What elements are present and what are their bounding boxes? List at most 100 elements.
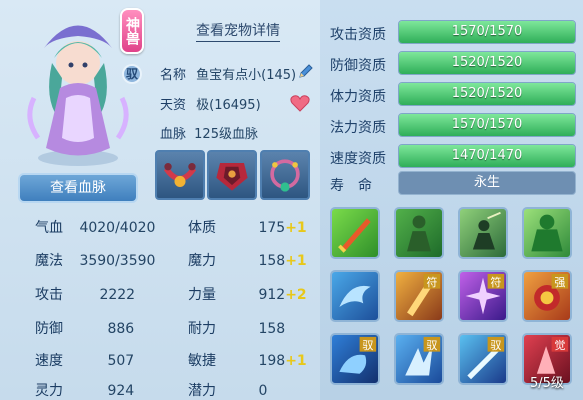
defense-value: 886 <box>107 321 135 337</box>
mount-tag-3: 驭 <box>490 339 501 352</box>
qual-label-speed: 速度资质 <box>330 151 386 167</box>
bloodline-row: 血脉 125级血脉 <box>160 123 258 142</box>
stealth-skill-icon <box>472 211 501 250</box>
enhance-tag: 强 <box>554 276 565 289</box>
agility-value: 198 <box>258 353 286 369</box>
stat-agility: 敏捷 198+1 <box>188 350 307 370</box>
stat-constitution: 体质 175+1 <box>188 217 307 237</box>
stat-potential: 潜力 0 <box>188 380 267 400</box>
qual-bar-defense: 1520/1520 <box>398 51 576 75</box>
stat-hp: 气血 4020/4020 <box>35 217 155 237</box>
mount-badge[interactable]: 驭 <box>122 64 142 84</box>
defense-label: 防御 <box>35 321 63 337</box>
equip-slot-collar[interactable] <box>155 150 205 200</box>
skill-slot-2[interactable] <box>394 207 444 259</box>
skill-slot-9[interactable]: 驭 <box>330 333 380 385</box>
stat-magic: 魔力 158+1 <box>188 250 307 270</box>
warrior-skill-icon <box>407 215 431 252</box>
enhance-skill-icon: 强 <box>534 273 569 311</box>
bloodline-label: 血脉 <box>160 127 187 142</box>
spirit-value: 924 <box>107 383 135 399</box>
spirit-label: 灵力 <box>35 383 63 399</box>
constitution-label: 体质 <box>188 220 216 236</box>
potential-label: 潜力 <box>188 383 216 399</box>
qual-bar-speed: 1470/1470 <box>398 144 576 168</box>
qual-value-stamina: 1520/1520 <box>451 86 523 101</box>
constitution-value: 175 <box>258 220 286 236</box>
talisman-strike-icon: 符 <box>407 273 441 317</box>
name-label: 名称 <box>160 68 187 83</box>
skill-slot-7[interactable]: 符 <box>458 270 508 322</box>
divine-beast-badge: 神兽 <box>120 8 144 54</box>
qual-bar-attack: 1570/1570 <box>398 20 576 44</box>
view-bloodline-button[interactable]: 查看血脉 <box>18 173 138 203</box>
mp-value: 3590/3590 <box>79 253 156 269</box>
qual-label-defense: 防御资质 <box>330 58 386 74</box>
hp-value: 4020/4020 <box>79 220 156 236</box>
view-pet-details-link[interactable]: 查看宠物详情 <box>196 20 280 42</box>
speed-value: 507 <box>107 353 135 369</box>
mount-tag-1: 驭 <box>362 339 373 352</box>
collar-icon <box>163 163 197 187</box>
skill-slot-10[interactable]: 驭 <box>394 333 444 385</box>
qual-bar-stamina: 1520/1520 <box>398 82 576 106</box>
beast-skill-icon: 驭 <box>339 336 377 374</box>
skill-slot-4[interactable] <box>522 207 572 259</box>
lifespan-value: 永生 <box>398 171 576 195</box>
equip-slot-armor[interactable] <box>207 150 257 200</box>
burst-skill-icon: 符 <box>465 273 505 315</box>
dragon-skill-icon <box>339 285 371 308</box>
attack-label: 攻击 <box>35 287 63 303</box>
talisman-tag: 符 <box>426 276 437 289</box>
qual-label-mana: 法力资质 <box>330 120 386 136</box>
talent-value: 极(16495) <box>196 98 261 113</box>
skill-slot-1[interactable] <box>330 207 380 259</box>
skill-slot-3[interactable] <box>458 207 508 259</box>
stat-spirit: 灵力 924 <box>35 380 134 400</box>
sword-skill-icon <box>338 218 371 253</box>
stat-mp: 魔法 3590/3590 <box>35 250 155 270</box>
stat-defense: 防御 886 <box>35 318 134 338</box>
strength-label: 力量 <box>188 287 216 303</box>
stat-strength: 力量 912+2 <box>188 284 307 304</box>
qual-value-attack: 1570/1570 <box>451 24 523 39</box>
talent-row: 天资 极(16495) <box>160 94 261 113</box>
agility-label: 敏捷 <box>188 353 216 369</box>
skill-level-count: 5/5级 <box>530 376 564 391</box>
skill-slot-6[interactable]: 符 <box>394 270 444 322</box>
bloodline-value: 125级血脉 <box>194 127 258 142</box>
qual-value-mana: 1570/1570 <box>451 117 523 132</box>
qual-value-defense: 1520/1520 <box>451 55 523 70</box>
skill-slot-8[interactable]: 强 <box>522 270 572 322</box>
equip-slot-necklace[interactable] <box>260 150 310 200</box>
strength-plus: +2 <box>285 287 307 303</box>
hp-label: 气血 <box>35 220 63 236</box>
talent-label: 天资 <box>160 98 187 113</box>
agility-plus: +1 <box>285 353 307 369</box>
qual-label-attack: 攻击资质 <box>330 27 386 43</box>
pet-name-row: 名称 鱼宝有点小(145) <box>160 64 296 83</box>
strength-value: 912 <box>258 287 286 303</box>
magic-value: 158 <box>258 253 286 269</box>
qual-value-speed: 1470/1470 <box>451 148 523 163</box>
awaken-tag: 觉 <box>554 339 565 352</box>
skill-slot-5[interactable] <box>330 270 380 322</box>
lance-skill-icon: 驭 <box>467 336 505 380</box>
mp-label: 魔法 <box>35 253 63 269</box>
armor-icon <box>216 163 248 191</box>
strength-skill-icon <box>531 214 563 252</box>
heart-icon[interactable] <box>290 94 310 112</box>
skill-slot-11[interactable]: 驭 <box>458 333 508 385</box>
qual-bar-mana: 1570/1570 <box>398 113 576 137</box>
edit-name-icon[interactable] <box>297 62 315 80</box>
stat-attack: 攻击 2222 <box>35 284 135 304</box>
constitution-plus: +1 <box>285 220 307 236</box>
endurance-value: 158 <box>258 321 286 337</box>
pet-name: 鱼宝有点小(145) <box>196 68 297 83</box>
speed-label: 速度 <box>35 353 63 369</box>
stat-endurance: 耐力 158 <box>188 318 285 338</box>
mount-tag-2: 驭 <box>426 339 437 352</box>
stat-speed: 速度 507 <box>35 350 134 370</box>
potential-value: 0 <box>258 383 268 399</box>
attack-value: 2222 <box>99 287 136 303</box>
